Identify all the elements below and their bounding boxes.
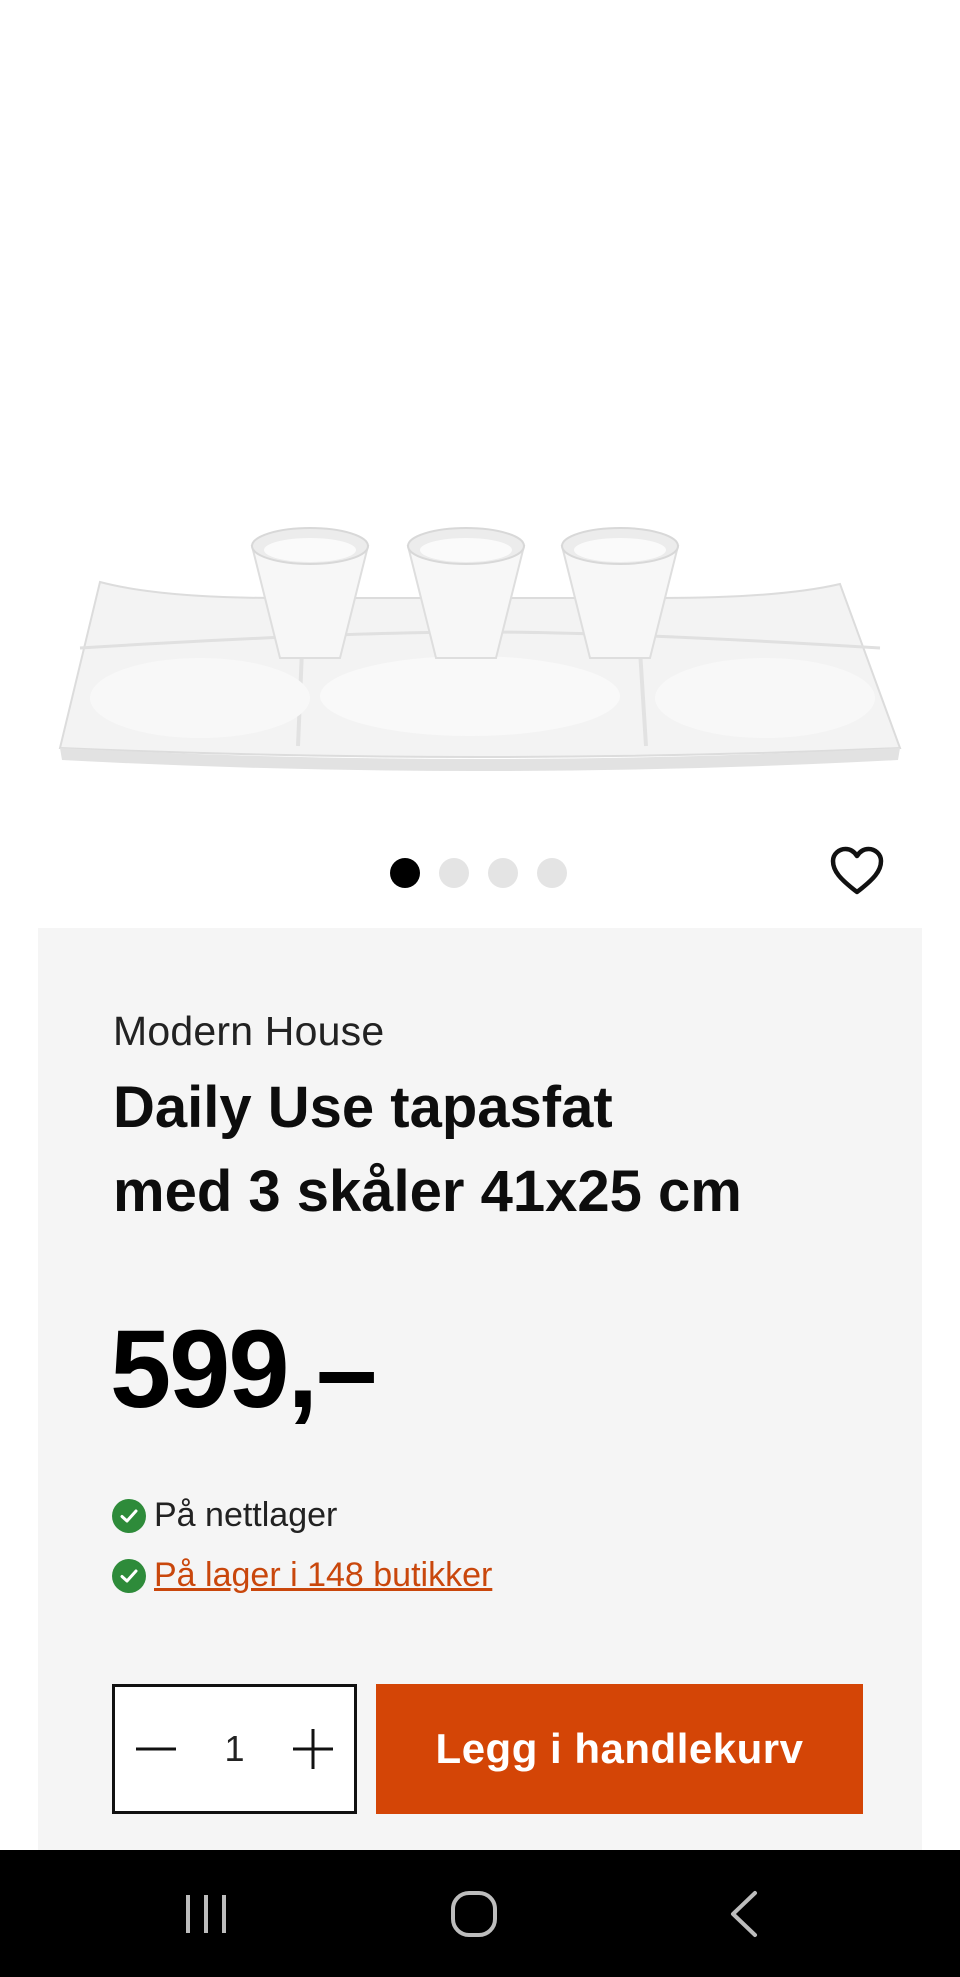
quantity-stepper: 1: [112, 1684, 357, 1814]
recent-apps-icon: [186, 1894, 226, 1933]
product-info-card: Modern House Daily Use tapasfat med 3 sk…: [38, 928, 922, 1850]
store-stock-link[interactable]: På lager i 148 butikker: [154, 1556, 492, 1595]
minus-icon: [136, 1747, 176, 1751]
gallery-dot-3[interactable]: [488, 858, 518, 888]
add-to-cart-button[interactable]: Legg i handlekurv: [376, 1684, 863, 1814]
home-icon: [451, 1890, 497, 1937]
gallery-dot-4[interactable]: [537, 858, 567, 888]
store-stock-status: På lager i 148 butikker: [112, 1556, 492, 1595]
product-image: [58, 527, 902, 771]
system-navigation-bar: [0, 1850, 960, 1977]
online-stock-status: På nettlager: [112, 1496, 337, 1535]
plus-icon: [293, 1729, 333, 1769]
product-title-line-2: med 3 skåler 41x25 cm: [113, 1159, 742, 1224]
recent-apps-button[interactable]: [126, 1850, 286, 1977]
gallery-dot-1[interactable]: [390, 858, 420, 888]
gallery-dot-2[interactable]: [439, 858, 469, 888]
back-button[interactable]: [664, 1850, 824, 1977]
decrease-quantity-button[interactable]: [115, 1687, 197, 1811]
product-brand[interactable]: Modern House: [113, 1008, 384, 1055]
product-title-line-1: Daily Use tapasfat: [113, 1075, 613, 1140]
increase-quantity-button[interactable]: [272, 1687, 354, 1811]
product-gallery[interactable]: [0, 0, 960, 920]
home-button[interactable]: [394, 1850, 554, 1977]
product-page: Modern House Daily Use tapasfat med 3 sk…: [0, 0, 960, 1977]
check-circle-icon: [112, 1558, 146, 1593]
heart-outline-icon: [830, 846, 884, 895]
product-price: 599,–: [110, 1308, 377, 1431]
check-circle-icon: [112, 1498, 146, 1533]
product-title: Daily Use tapasfat med 3 skåler 41x25 cm: [113, 1066, 873, 1234]
quantity-value[interactable]: 1: [224, 1728, 244, 1770]
online-stock-label: På nettlager: [154, 1496, 338, 1534]
back-icon: [731, 1890, 757, 1937]
gallery-pagination: [390, 858, 567, 888]
favorite-button[interactable]: [826, 840, 888, 902]
